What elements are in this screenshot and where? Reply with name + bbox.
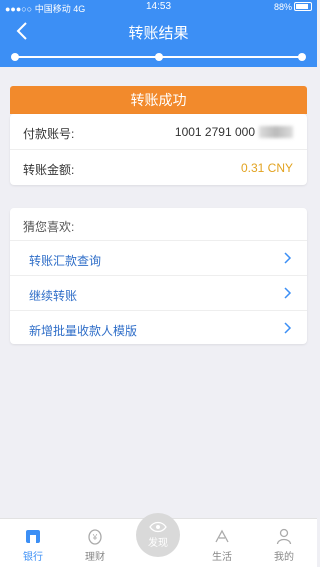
suggestions-card: 猜您喜欢: 转账汇款查询 继续转账 新增批量收款人模版 [10, 208, 307, 344]
discover-button[interactable]: 发现 [136, 513, 180, 557]
tab-label: 银行 [23, 552, 43, 563]
wealth-icon: ¥ [88, 529, 102, 545]
eye-icon [149, 521, 167, 533]
battery-percent: 88% [273, 2, 292, 12]
success-banner: 转账成功 [10, 86, 307, 114]
suggestion-label: 新增批量收款人模版 [29, 324, 138, 338]
person-icon [276, 528, 292, 545]
result-card: 付款账号: 1001 2791 000 转账金额: 0.31 CNY [10, 114, 307, 185]
payer-account-value-wrap: 1001 2791 000 [175, 125, 293, 139]
tab-label: 我的 [274, 552, 294, 563]
tab-life[interactable]: 生活 [197, 519, 247, 567]
suggestions-header: 猜您喜欢: [10, 208, 307, 241]
step-dot-1 [11, 53, 19, 61]
suggestion-label: 转账汇款查询 [29, 254, 102, 268]
transfer-amount-value: 0.31 CNY [240, 161, 293, 175]
suggestion-continue-transfer[interactable]: 继续转账 [10, 276, 307, 311]
payer-account-value: 1001 2791 000 [174, 125, 255, 139]
top-bar: ●●●○○ 中国移动 4G 14:53 88% 转账结果 [0, 0, 317, 67]
svg-text:¥: ¥ [92, 533, 98, 542]
tab-label: 生活 [212, 552, 232, 563]
tab-wealth[interactable]: ¥ 理财 [70, 519, 120, 567]
chevron-right-icon [284, 322, 292, 334]
suggestion-label: 继续转账 [29, 289, 78, 303]
chevron-right-icon [284, 252, 292, 264]
discover-label: 发现 [148, 538, 168, 549]
transfer-amount-row: 转账金额: 0.31 CNY [10, 150, 307, 185]
payer-account-row: 付款账号: 1001 2791 000 [10, 114, 307, 150]
life-icon [215, 529, 229, 543]
suggestion-add-batch-template[interactable]: 新增批量收款人模版 [10, 311, 307, 345]
tab-label: 理财 [85, 552, 105, 563]
status-bar: ●●●○○ 中国移动 4G 14:53 88% [0, 0, 317, 14]
transfer-amount-label: 转账金额: [23, 163, 75, 177]
page-title: 转账结果 [128, 25, 189, 42]
step-dot-3 [298, 53, 306, 61]
step-dot-2 [155, 53, 163, 61]
status-right: 88% [274, 2, 312, 12]
chevron-right-icon [284, 287, 292, 299]
tab-mine[interactable]: 我的 [259, 519, 309, 567]
step-progress-bar [11, 53, 306, 61]
masked-digits [259, 126, 293, 138]
payer-account-label: 付款账号: [23, 127, 75, 141]
bank-icon [26, 530, 40, 543]
status-time: 14:53 [145, 1, 172, 12]
tab-bank[interactable]: 银行 [8, 519, 58, 567]
suggestion-transfer-query[interactable]: 转账汇款查询 [10, 241, 307, 276]
battery-icon [294, 2, 312, 11]
suggestions-heading: 猜您喜欢: [23, 220, 75, 234]
